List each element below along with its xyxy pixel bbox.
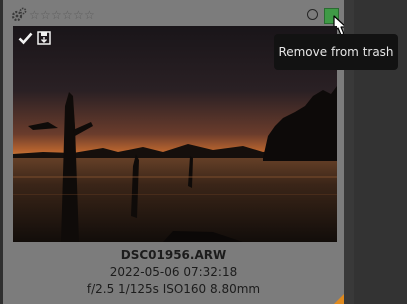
star-icon[interactable]: ☆ bbox=[62, 8, 73, 22]
star-icon[interactable]: ☆ bbox=[29, 8, 40, 22]
star-icon[interactable]: ☆ bbox=[73, 8, 84, 22]
corner-accent bbox=[334, 294, 344, 304]
datetime: 2022-05-06 07:32:18 bbox=[109, 265, 238, 279]
thumbnail-toolbar: ☆☆☆☆☆☆ bbox=[11, 7, 347, 36]
star-icon[interactable]: ☆ bbox=[84, 8, 95, 22]
filename: DSC01956.ARW bbox=[120, 248, 227, 262]
save-icon[interactable] bbox=[37, 31, 51, 45]
image-info: DSC01956.ARW 2022-05-06 07:32:18 f/2.5 1… bbox=[3, 247, 344, 298]
exif-info: f/2.5 1/125s ISO160 8.80mm bbox=[86, 282, 261, 296]
check-icon[interactable] bbox=[18, 31, 33, 45]
star-icon[interactable]: ☆ bbox=[40, 8, 51, 22]
star-rating[interactable]: ☆☆☆☆☆☆ bbox=[29, 8, 95, 22]
tooltip: Remove from trash bbox=[274, 34, 398, 70]
gear-group-icon[interactable] bbox=[11, 7, 27, 23]
reject-circle-icon[interactable] bbox=[307, 9, 318, 20]
star-icon[interactable]: ☆ bbox=[51, 8, 62, 22]
